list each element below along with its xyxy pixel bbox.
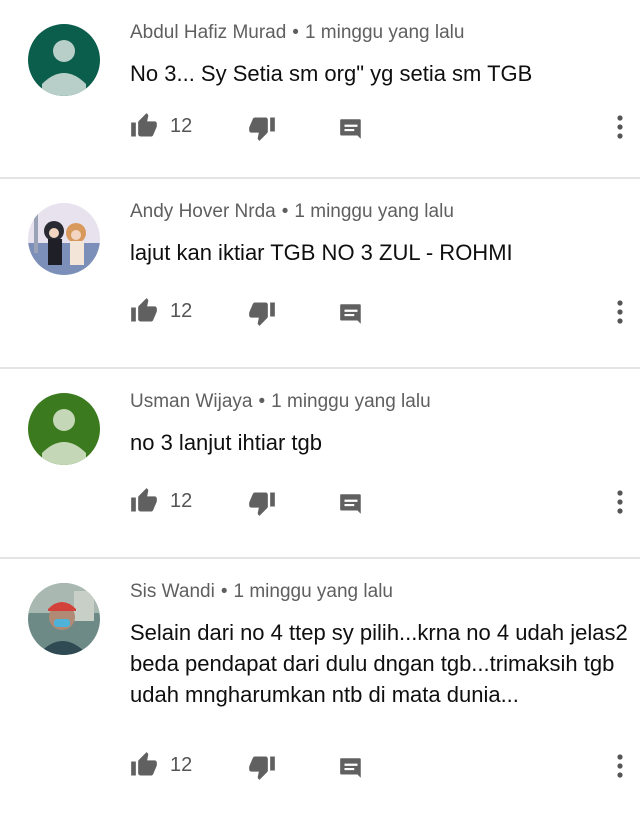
avatar[interactable] (28, 24, 100, 96)
separator-dot: • (220, 581, 228, 602)
reply-comment-icon (340, 304, 361, 324)
reply-button[interactable] (338, 491, 364, 522)
comment-item: Usman Wijaya • 1 minggu yang lalu no 3 lan… (0, 369, 640, 559)
more-options-button[interactable] (615, 297, 625, 332)
comment-meta: Sis Wandi • 1 minggu yang lalu (130, 581, 393, 603)
comment-time[interactable]: 1 minggu yang lalu (294, 201, 454, 222)
reply-button[interactable] (338, 301, 364, 332)
comment-actions: 12 (130, 751, 630, 785)
comment-text: no 3 lanjut ihtiar tgb (130, 430, 323, 455)
like-count: 12 (170, 753, 193, 776)
dislike-button[interactable] (248, 114, 276, 147)
comment-time[interactable]: 1 minggu yang lalu (271, 391, 431, 412)
comment-time[interactable]: 1 minggu yang lalu (305, 22, 465, 43)
reply-comment-icon (340, 494, 361, 514)
comment-actions: 12 (130, 487, 630, 521)
separator-dot: • (292, 22, 299, 43)
more-vertical-icon (617, 115, 623, 139)
comment-meta: Usman Wijaya • 1 minggu yang lalu (130, 391, 431, 413)
thumb-up-icon (131, 752, 157, 776)
comment-meta: Abdul Hafiz Murad • 1 minggu yang lalu (130, 22, 464, 44)
thumb-up-icon (131, 488, 157, 512)
reply-comment-icon (340, 758, 361, 778)
comment-text: Selain dari no 4 ttep sy pilih...krna no… (130, 620, 628, 707)
photo-avatar-icon (28, 583, 100, 655)
like-button[interactable]: 12 (130, 751, 192, 779)
thumb-down-icon (249, 117, 275, 141)
comment-item: Abdul Hafiz Murad • 1 minggu yang lalu No … (0, 0, 640, 179)
like-button[interactable]: 12 (130, 112, 192, 140)
reply-button[interactable] (338, 116, 364, 147)
author-name[interactable]: Sis Wandi (130, 581, 215, 602)
avatar[interactable] (28, 203, 100, 275)
default-person-avatar-icon (28, 24, 100, 96)
dislike-button[interactable] (248, 489, 276, 522)
like-count: 12 (170, 114, 193, 137)
avatar[interactable] (28, 583, 100, 655)
comment-item: Sis Wandi • 1 minggu yang lalu Selain dari… (0, 559, 640, 821)
comment-actions: 12 (130, 112, 630, 146)
anime-photo-avatar-icon (28, 203, 100, 275)
thumb-down-icon (249, 302, 275, 326)
comment-item: Andy Hover Nrda • 1 minggu yang lalu lajut… (0, 179, 640, 369)
author-name[interactable]: Abdul Hafiz Murad (130, 22, 286, 43)
thumb-up-icon (131, 113, 157, 137)
comment-time[interactable]: 1 minggu yang lalu (233, 581, 393, 602)
comment-actions: 12 (130, 297, 630, 331)
more-vertical-icon (617, 490, 623, 514)
reply-comment-icon (340, 119, 361, 139)
default-person-avatar-icon (28, 393, 100, 465)
author-name[interactable]: Andy Hover Nrda (130, 201, 276, 222)
like-button[interactable]: 12 (130, 487, 192, 515)
thumb-down-icon (249, 756, 275, 780)
more-options-button[interactable] (615, 112, 625, 147)
like-count: 12 (170, 299, 193, 322)
author-name[interactable]: Usman Wijaya (130, 391, 252, 412)
more-vertical-icon (617, 754, 623, 778)
separator-dot: • (258, 391, 266, 412)
thumb-down-icon (249, 492, 275, 516)
comment-text: No 3... Sy Setia sm org" yg setia sm TGB (130, 61, 533, 86)
more-vertical-icon (617, 300, 623, 324)
dislike-button[interactable] (248, 753, 276, 786)
separator-dot: • (281, 201, 289, 222)
more-options-button[interactable] (615, 751, 625, 786)
like-count: 12 (170, 489, 193, 512)
more-options-button[interactable] (615, 487, 625, 522)
comment-text: lajut kan iktiar TGB NO 3 ZUL - ROHMI (130, 240, 513, 265)
thumb-up-icon (131, 298, 157, 322)
comment-meta: Andy Hover Nrda • 1 minggu yang lalu (130, 201, 454, 223)
like-button[interactable]: 12 (130, 297, 192, 325)
reply-button[interactable] (338, 755, 364, 786)
dislike-button[interactable] (248, 299, 276, 332)
avatar[interactable] (28, 393, 100, 465)
